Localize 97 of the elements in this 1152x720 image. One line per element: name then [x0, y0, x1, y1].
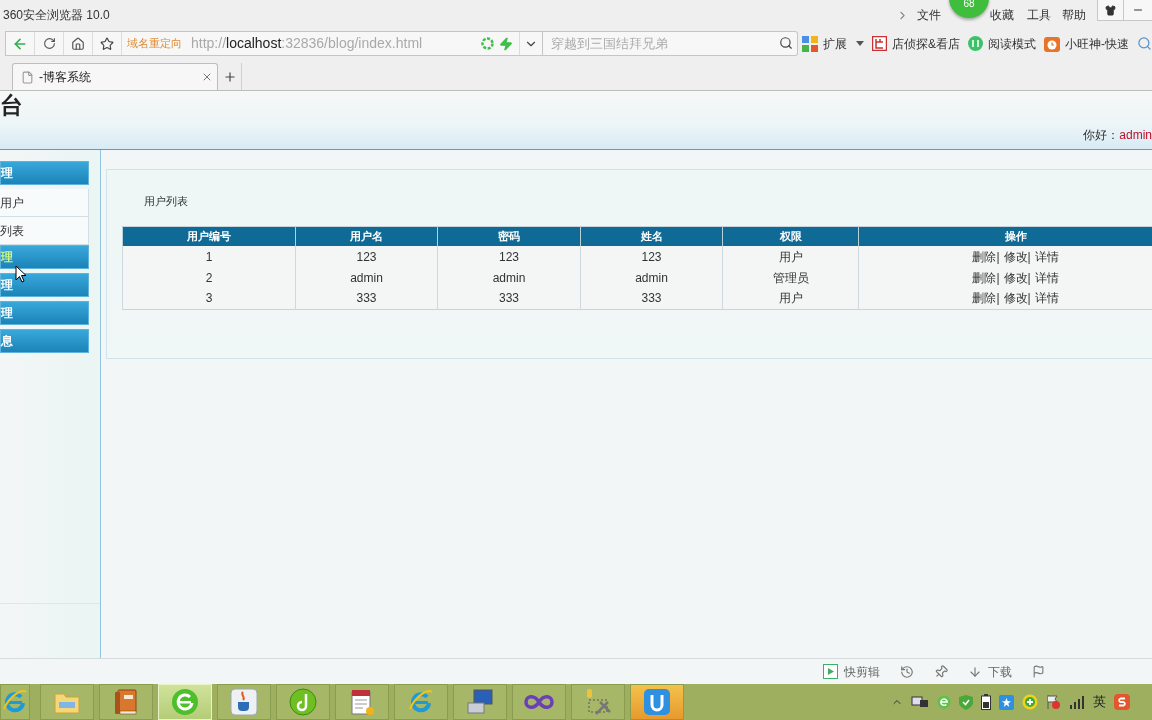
- infinity-icon: [524, 694, 554, 710]
- action-link[interactable]: 删除: [972, 249, 997, 264]
- shirt-icon: [1105, 4, 1116, 16]
- browser-logo-icon: [2, 689, 28, 715]
- input-method-icon[interactable]: [1114, 694, 1130, 710]
- computer-icon: [466, 689, 494, 715]
- action-link[interactable]: 详情: [1034, 291, 1059, 306]
- notepad-icon: [349, 688, 375, 716]
- table-cell: 用户: [722, 288, 859, 309]
- plus-icon: [222, 69, 237, 84]
- browser-logo-icon: [408, 689, 434, 715]
- tools-icon: [584, 688, 612, 716]
- close-icon[interactable]: [201, 71, 213, 83]
- table-cell: 123: [437, 246, 581, 267]
- table-cell: 123: [295, 246, 438, 267]
- pipe-separator: |: [1027, 270, 1031, 285]
- browser-tab[interactable]: -博客系统: [12, 63, 218, 90]
- menu-item[interactable]: 文件: [917, 6, 941, 24]
- table-cell: 用户: [722, 246, 859, 267]
- app-logo-icon: [643, 688, 671, 716]
- action-link[interactable]: 修改: [1003, 291, 1028, 306]
- table-cell: 333: [580, 288, 723, 309]
- pipe-separator: |: [1027, 249, 1031, 264]
- taskbar-button[interactable]: [630, 684, 684, 720]
- tab-title: -博客系统: [39, 69, 91, 86]
- search-icon[interactable]: [779, 36, 793, 50]
- table-cell: admin: [295, 267, 438, 288]
- action-link[interactable]: 删除: [972, 291, 997, 306]
- browser-logo-icon: [171, 688, 199, 716]
- flag-alert-icon[interactable]: [1046, 694, 1061, 710]
- star-tile-icon[interactable]: [999, 694, 1014, 710]
- alarm-clock-icon: [1044, 35, 1060, 52]
- action-link[interactable]: 删除: [972, 270, 997, 285]
- apps-grid-icon: [802, 35, 818, 52]
- video-clip-button[interactable]: 快剪辑: [823, 662, 880, 681]
- site-title: 台: [0, 94, 23, 117]
- display-icon[interactable]: [911, 695, 929, 709]
- table-cell: admin: [437, 267, 581, 288]
- signal-bars-icon[interactable]: [1069, 695, 1085, 709]
- input-language-indicator[interactable]: 英: [1093, 692, 1106, 712]
- bookmark-item[interactable]: 阅读模式: [968, 34, 1036, 53]
- taskbar-button[interactable]: [276, 684, 330, 720]
- taskbar-button[interactable]: [99, 684, 153, 720]
- bookmark-item[interactable]: 扩展: [802, 34, 864, 53]
- taskbar-button[interactable]: [335, 684, 389, 720]
- action-link[interactable]: 修改: [1003, 270, 1028, 285]
- search-icon[interactable]: [1137, 36, 1152, 51]
- table-cell: 123: [580, 246, 723, 267]
- username-link[interactable]: admin: [1119, 125, 1152, 144]
- skin-button[interactable]: [1098, 0, 1124, 20]
- table-cell: 1: [122, 246, 296, 267]
- table-cell: 3: [122, 288, 296, 309]
- table-cell: 333: [437, 288, 581, 309]
- caret-icon: [856, 41, 864, 46]
- menu-item[interactable]: 帮助: [1062, 6, 1086, 24]
- sidebar-link[interactable]: 列表: [0, 217, 89, 245]
- bookmark-item[interactable]: 店侦探&看店: [872, 34, 960, 53]
- download-button[interactable]: 下载: [968, 662, 1012, 681]
- coffee-cup-icon: [230, 688, 258, 716]
- menu-item[interactable]: 工具: [1027, 6, 1051, 24]
- table-cell: admin: [580, 267, 723, 288]
- video-clip-icon: [823, 664, 838, 679]
- sidebar-link[interactable]: 用户: [0, 189, 89, 217]
- action-link[interactable]: 修改: [1003, 249, 1028, 264]
- pipe-separator: |: [996, 270, 1000, 285]
- action-link[interactable]: 详情: [1034, 270, 1059, 285]
- greeting-text: 你好：: [1083, 126, 1120, 144]
- pipe-separator: |: [996, 249, 1000, 264]
- table-cell: 333: [295, 288, 438, 309]
- taskbar-button[interactable]: [217, 684, 271, 720]
- taskbar-button[interactable]: [512, 684, 566, 720]
- battery-icon[interactable]: [981, 694, 991, 710]
- plus-circle-icon[interactable]: [1022, 694, 1038, 710]
- disc-logo-icon: [289, 688, 317, 716]
- reader-icon: [968, 36, 983, 51]
- mouse-cursor-icon: [15, 265, 27, 283]
- bookmark-item[interactable]: 小旺神-快速: [1044, 34, 1129, 53]
- history-icon[interactable]: [900, 664, 914, 679]
- search-field[interactable]: 穿越到三国结拜兄弟: [543, 31, 798, 56]
- menu-item[interactable]: 收藏: [990, 6, 1014, 24]
- table-cell: 2: [122, 267, 296, 288]
- shield-icon[interactable]: [959, 694, 973, 710]
- table-cell: 管理员: [722, 267, 859, 288]
- taskbar-button[interactable]: [571, 684, 625, 720]
- panel-title: 用户列表: [144, 194, 188, 209]
- taskbar-button[interactable]: [453, 684, 507, 720]
- action-link[interactable]: 详情: [1034, 249, 1059, 264]
- book-icon: [114, 689, 138, 715]
- window-title: 360安全浏览器 10.0: [2, 7, 110, 24]
- flag-icon[interactable]: [1032, 665, 1045, 678]
- shop-icon: [872, 36, 887, 51]
- download-arrow-icon: [968, 664, 982, 679]
- page-icon: [21, 70, 34, 84]
- e-circle-icon[interactable]: [937, 695, 951, 709]
- pipe-separator: |: [1027, 291, 1031, 306]
- folder-icon: [54, 690, 80, 714]
- pipe-separator: |: [996, 291, 1000, 306]
